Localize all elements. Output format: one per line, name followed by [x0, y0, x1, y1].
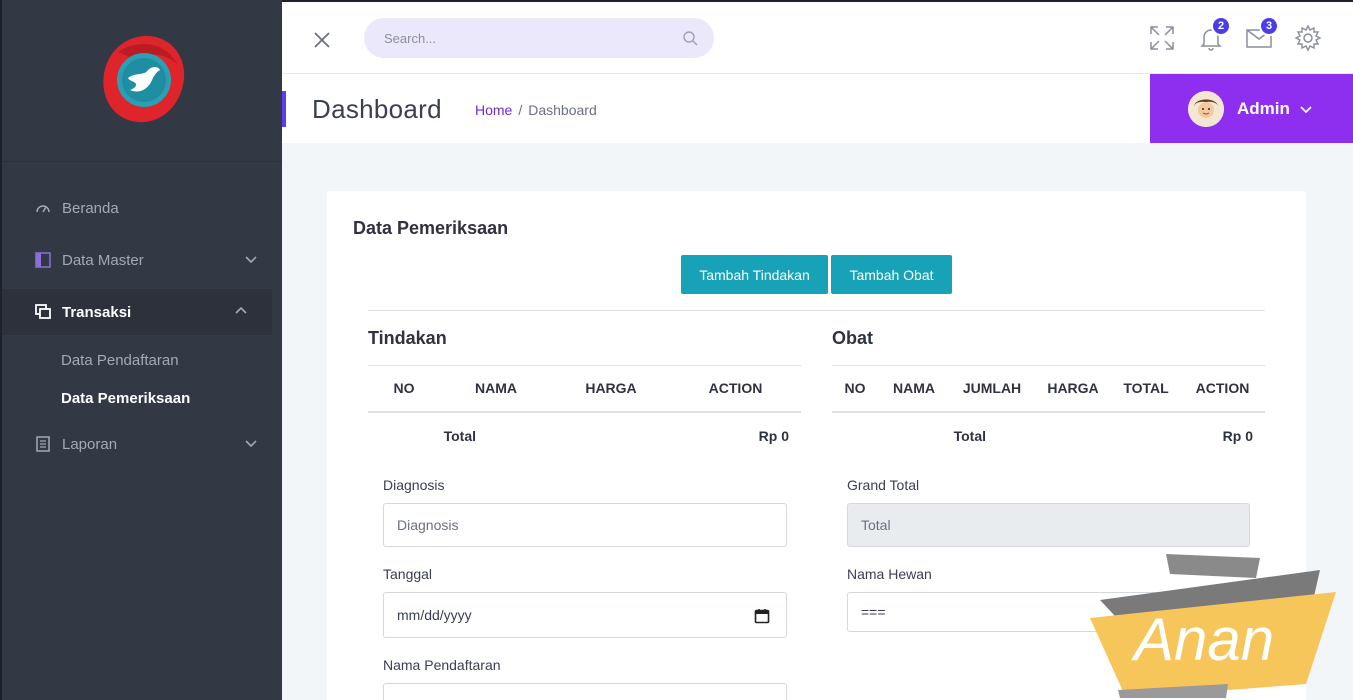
sidebar-item-data-master[interactable]: Data Master: [2, 237, 282, 283]
copy-icon: [34, 304, 52, 320]
chevron-down-icon: [245, 440, 257, 448]
column-header: NAMA: [440, 365, 552, 413]
sidebar-item-beranda[interactable]: Beranda: [2, 185, 282, 231]
obat-title: Obat: [832, 328, 874, 348]
watermark-text: Anan: [1131, 606, 1274, 673]
diagnosis-placeholder: Diagnosis: [397, 517, 459, 533]
topbar: 2 3: [282, 0, 1353, 74]
total-label: Total: [953, 428, 986, 444]
table-total-row: Total Rp 0: [832, 412, 1265, 460]
table-header-row: NO NAMA JUMLAH HARGA TOTAL ACTION: [832, 365, 1265, 413]
diagnosis-field[interactable]: Diagnosis: [383, 503, 787, 547]
fullscreen-icon[interactable]: [1148, 24, 1176, 52]
obat-table: NO NAMA JUMLAH HARGA TOTAL ACTION Total …: [832, 365, 1265, 460]
sidebar-nav: Beranda Data Master Transaksi Data Penda…: [2, 185, 282, 473]
close-icon[interactable]: [312, 30, 332, 50]
tanggal-date-input[interactable]: mm/dd/yyyy: [383, 592, 787, 638]
app-logo[interactable]: [98, 32, 188, 128]
tindakan-title: Tindakan: [368, 328, 447, 348]
nama-pendaftaran-label: Nama Pendaftaran: [383, 657, 501, 673]
add-obat-button[interactable]: Tambah Obat: [831, 255, 952, 294]
breadcrumb-home[interactable]: Home: [475, 102, 512, 118]
sidebar-item-label: Beranda: [62, 199, 119, 217]
diagnosis-label: Diagnosis: [383, 477, 445, 493]
total-value: Rp 0: [758, 428, 789, 444]
sidebar-item-laporan[interactable]: Laporan: [2, 421, 282, 467]
folder-icon: [34, 252, 52, 268]
user-menu[interactable]: Admin: [1150, 74, 1353, 143]
message-badge: 3: [1259, 16, 1279, 36]
search-icon[interactable]: [682, 30, 698, 46]
avatar: [1188, 90, 1224, 127]
column-header: NAMA: [878, 365, 950, 413]
report-icon: [34, 436, 52, 452]
nama-hewan-value: ===: [861, 604, 886, 620]
nama-hewan-label: Nama Hewan: [847, 566, 932, 582]
sidebar-item-label: Data Master: [62, 251, 144, 269]
sidebar-item-transaksi[interactable]: Transaksi: [2, 289, 272, 335]
grand-total-placeholder: Total: [861, 517, 891, 533]
sidebar-item-label: Transaksi: [62, 303, 132, 321]
tanggal-label: Tanggal: [383, 566, 433, 582]
chevron-down-icon: [245, 256, 257, 264]
column-header: NO: [368, 365, 440, 413]
column-header: HARGA: [552, 365, 670, 413]
table-total-row: Total Rp 0: [368, 412, 801, 460]
page-title: Dashboard: [312, 94, 442, 124]
tindakan-table: NO NAMA HARGA ACTION Total Rp 0: [368, 365, 801, 460]
sidebar: Beranda Data Master Transaksi Data Penda…: [0, 0, 282, 700]
messages-button[interactable]: 3: [1245, 16, 1279, 52]
sidebar-subitem-data-pendaftaran[interactable]: Data Pendaftaran: [2, 341, 282, 379]
watermark-logo: Anan: [1088, 548, 1340, 700]
chevron-down-icon: [1300, 105, 1312, 113]
grand-total-label: Grand Total: [847, 477, 920, 493]
nama-pendaftaran-select[interactable]: [383, 683, 787, 700]
column-header: HARGA: [1034, 365, 1112, 413]
column-header: NO: [832, 365, 878, 413]
page-header: Dashboard Home / Dashboard Admin: [282, 74, 1353, 143]
divider: [368, 310, 1265, 311]
breadcrumb: Home / Dashboard: [475, 102, 597, 118]
sidebar-item-label: Laporan: [62, 435, 118, 453]
column-header: JUMLAH: [950, 365, 1034, 413]
total-label: Total: [443, 428, 476, 444]
calendar-icon[interactable]: [754, 608, 770, 624]
total-value: Rp 0: [1222, 428, 1253, 444]
add-tindakan-button[interactable]: Tambah Tindakan: [681, 255, 828, 294]
title-marker: [282, 91, 286, 127]
search-box: [364, 18, 714, 58]
table-header-row: NO NAMA HARGA ACTION: [368, 365, 801, 413]
grand-total-field: Total: [847, 503, 1250, 547]
dashboard-icon: [34, 200, 52, 216]
notifications-button[interactable]: 2: [1197, 16, 1231, 52]
date-placeholder: mm/dd/yyyy: [397, 607, 472, 623]
column-header: ACTION: [1180, 365, 1265, 413]
notification-badge: 2: [1211, 16, 1231, 36]
chevron-up-icon: [235, 306, 247, 314]
user-name: Admin: [1237, 98, 1290, 118]
search-input[interactable]: [384, 30, 682, 46]
logo-area: [2, 0, 282, 162]
breadcrumb-current: Dashboard: [528, 102, 597, 118]
gear-icon[interactable]: [1294, 24, 1322, 52]
column-header: TOTAL: [1112, 365, 1180, 413]
sidebar-subitem-data-pemeriksaan[interactable]: Data Pemeriksaan: [2, 379, 282, 417]
breadcrumb-separator: /: [518, 102, 523, 118]
card-title: Data Pemeriksaan: [353, 218, 509, 238]
column-header: ACTION: [670, 365, 801, 413]
